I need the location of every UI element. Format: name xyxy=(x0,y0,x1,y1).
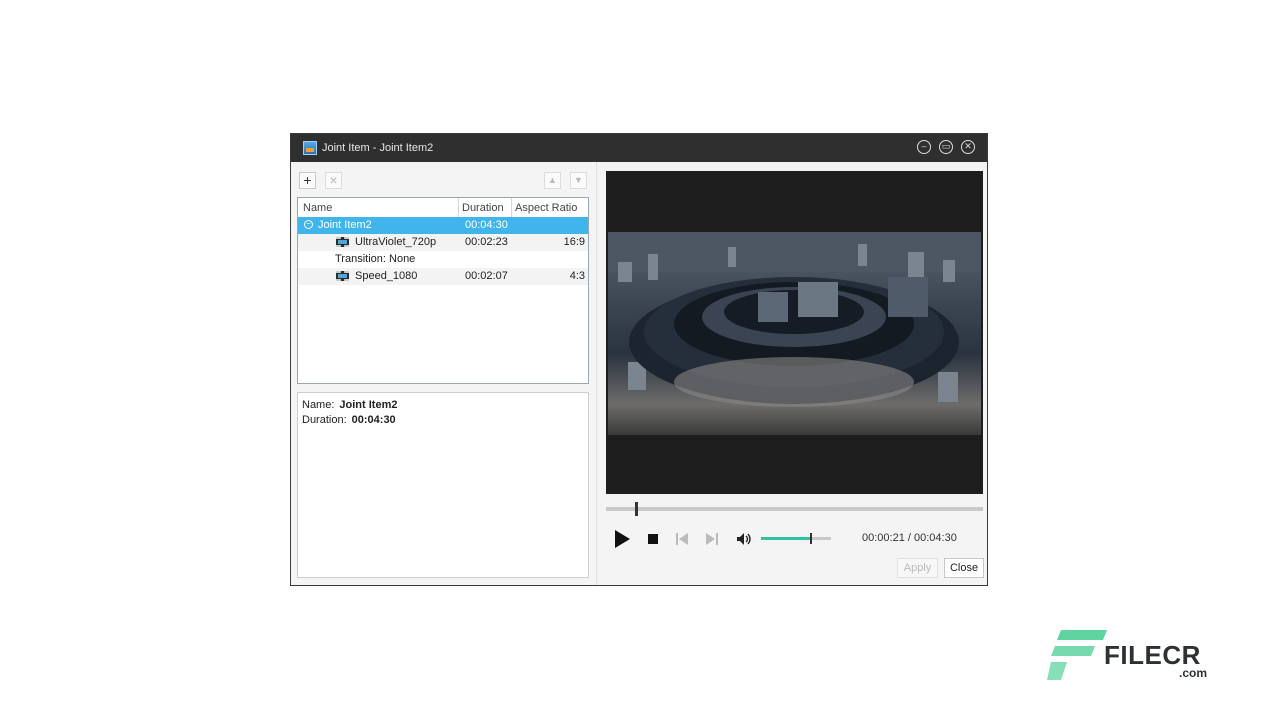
info-duration-value: 00:04:30 xyxy=(351,414,396,426)
root-duration: 00:04:30 xyxy=(465,219,508,231)
filecr-logo-icon xyxy=(1047,630,1107,680)
clip-duration: 00:02:07 xyxy=(465,270,508,282)
move-down-button[interactable]: ▼ xyxy=(570,172,587,189)
collapse-icon[interactable]: − xyxy=(304,220,313,229)
window-title: Joint Item - Joint Item2 xyxy=(322,142,434,154)
info-name: Name: Joint Item2 xyxy=(302,399,398,411)
filecr-watermark: FILECR .com xyxy=(1047,628,1217,684)
title-bar[interactable]: Joint Item - Joint Item2 – ▭ ✕ xyxy=(291,134,987,162)
column-aspect-ratio[interactable]: Aspect Ratio xyxy=(515,202,577,214)
move-up-button[interactable]: ▲ xyxy=(544,172,561,189)
column-duration[interactable]: Duration xyxy=(462,202,504,214)
clip-duration: 00:02:23 xyxy=(465,236,508,248)
maximize-icon[interactable]: ▭ xyxy=(939,140,953,154)
video-frame xyxy=(608,232,981,435)
close-icon[interactable]: ✕ xyxy=(961,140,975,154)
seek-handle[interactable] xyxy=(635,502,638,516)
app-icon xyxy=(303,141,317,155)
preview-pane: 00:00:21 / 00:04:30 Apply Close xyxy=(596,162,987,585)
joint-item-dialog: Joint Item - Joint Item2 – ▭ ✕ + × ▲ ▼ N… xyxy=(290,133,988,586)
transition-label: Transition: None xyxy=(335,253,416,265)
info-duration: Duration: 00:04:30 xyxy=(302,414,396,426)
volume-handle[interactable] xyxy=(810,533,812,544)
next-icon[interactable] xyxy=(705,532,719,546)
video-file-icon xyxy=(336,237,349,247)
close-button[interactable]: Close xyxy=(944,558,984,578)
total-time: 00:04:30 xyxy=(914,532,957,544)
apply-button[interactable]: Apply xyxy=(897,558,938,578)
tree-row-transition[interactable]: Transition: None xyxy=(298,251,588,268)
minimize-icon[interactable]: – xyxy=(917,140,931,154)
video-preview[interactable] xyxy=(606,171,983,494)
time-display: 00:00:21 / 00:04:30 xyxy=(862,532,957,544)
add-button[interactable]: + xyxy=(299,172,316,189)
seek-bar[interactable] xyxy=(606,502,983,516)
play-icon[interactable] xyxy=(613,529,631,549)
clip-name: UltraViolet_720p xyxy=(355,236,437,248)
volume-icon[interactable] xyxy=(736,532,752,546)
watermark-suffix: .com xyxy=(1179,666,1208,680)
joint-items-tree[interactable]: Name Duration Aspect Ratio − Joint Item2… xyxy=(297,197,589,384)
clip-name: Speed_1080 xyxy=(355,270,418,282)
tree-row-clip[interactable]: UltraViolet_720p 00:02:23 16:9 xyxy=(298,234,588,251)
root-name: Joint Item2 xyxy=(318,219,372,231)
volume-fill xyxy=(761,537,810,540)
current-time: 00:00:21 xyxy=(862,532,905,544)
clip-aspect: 16:9 xyxy=(563,236,585,248)
stop-icon[interactable] xyxy=(648,534,658,544)
remove-button[interactable]: × xyxy=(325,172,342,189)
column-name[interactable]: Name xyxy=(303,202,332,214)
tree-header: Name Duration Aspect Ratio xyxy=(298,198,588,218)
info-name-value: Joint Item2 xyxy=(339,399,398,411)
item-info-panel: Name: Joint Item2 Duration: 00:04:30 xyxy=(297,392,589,578)
tree-row-joint-item[interactable]: − Joint Item2 00:04:30 xyxy=(298,217,588,234)
clip-aspect: 4:3 xyxy=(569,270,585,282)
volume-slider[interactable] xyxy=(761,533,831,544)
previous-icon[interactable] xyxy=(675,532,689,546)
item-list-pane: + × ▲ ▼ Name Duration Aspect Ratio − Joi… xyxy=(291,162,596,585)
tree-row-clip[interactable]: Speed_1080 00:02:07 4:3 xyxy=(298,268,588,285)
video-file-icon xyxy=(336,271,349,281)
